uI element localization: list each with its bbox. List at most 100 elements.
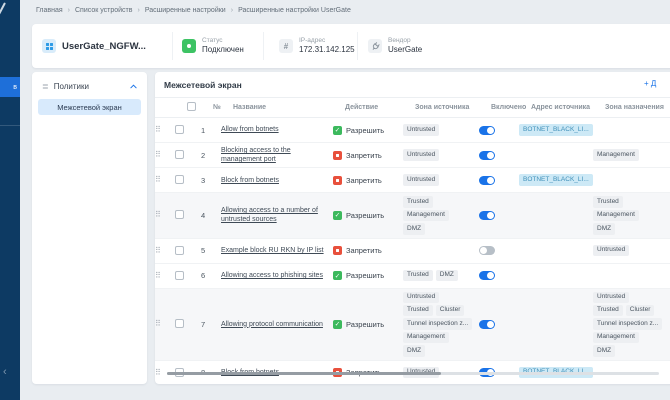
zone-chip-line: Untrusted [403,124,471,136]
add-rule-button[interactable]: + Д [644,79,656,88]
breadcrumb: Главная › Список устройств › Расширенные нас… [36,7,351,14]
action-cell: Запретить [333,246,403,255]
zone-chip: Trusted [403,196,433,208]
enabled-toggle[interactable] [479,175,495,185]
zone-chip: Management [593,331,639,344]
sidebar-item-firewall-label: Межсетевой экран [57,102,122,112]
rule-name-link[interactable]: Allowing protocol communication [221,320,333,329]
enabled-cell [479,271,519,280]
breadcrumb-separator-icon: › [230,7,234,14]
row-checkbox[interactable] [175,270,184,280]
zone-chip-line: DMZ [403,345,471,357]
zone-chip: Cluster [435,304,465,317]
breadcrumb-item[interactable]: Расширенные настройки [145,7,226,14]
zone-chip-line: Tunnel inspection z... [403,318,473,330]
action-label: Запретить [346,150,382,160]
enabled-toggle[interactable] [479,210,495,220]
drag-handle-icon[interactable]: ⠿ [155,176,175,184]
toggle-knob [480,247,487,254]
zone-chip: Management [593,149,639,161]
row-checkbox[interactable] [175,245,184,255]
select-all-checkbox[interactable] [187,102,196,111]
zone-chip-line: DMZ [593,223,661,235]
table-row: ⠿ 7 Allowing protocol communication ✓ Разреш… [155,288,670,361]
enabled-toggle[interactable] [479,150,495,160]
zone-chip: DMZ [403,223,426,235]
src-zones-cell: Untrusted [403,174,479,186]
zone-chip-line: Trusted Cluster [593,304,661,317]
chevron-up-icon[interactable] [130,84,137,89]
zone-chip: Trusted [593,304,623,317]
rule-name-link[interactable]: Blocking access to the management port [221,146,333,164]
policies-sidebar: ≣ Политики Межсетевой экран [32,72,147,384]
zone-chip: Management [593,209,639,222]
row-number: 4 [201,210,206,220]
sidebar-section-policies[interactable]: ≣ Политики [38,79,141,94]
zone-chip: DMZ [593,223,616,235]
horizontal-scrollbar-thumb[interactable] [167,372,441,375]
ip-hash-icon: # [279,39,293,53]
src-zones-cell: Untrusted Trusted Cluster Tunnel inspection… [403,291,479,357]
rule-name-link[interactable]: Example block RU RKN by IP list [221,246,333,255]
rule-name-link[interactable]: Block from botnets [221,176,333,185]
enabled-toggle[interactable] [479,246,495,255]
enabled-toggle[interactable] [479,125,495,135]
drag-handle-icon[interactable]: ⠿ [155,211,175,219]
row-checkbox-cell [175,171,201,189]
collapse-sidebar-icon[interactable]: ‹ [3,366,7,378]
deny-stop-icon [333,175,342,185]
drag-handle-icon[interactable]: ⠿ [155,271,175,280]
action-cell: ✓ Разрешить [333,271,403,280]
enabled-toggle[interactable] [479,271,495,280]
zone-chip-line: BOTNET_BLACK_LI... [519,124,593,136]
drag-handle-icon[interactable]: ⠿ [155,320,175,328]
zone-chip-line: Trusted [593,196,661,208]
column-name: Название [233,104,267,111]
breadcrumb-item[interactable]: Главная [36,7,63,14]
zone-chip-line: Trusted DMZ [403,269,471,282]
drag-handle-icon[interactable]: ⠿ [155,246,175,255]
action-cell: ✓ Разрешить [333,125,403,135]
toggle-knob [487,176,494,184]
row-checkbox[interactable] [175,175,184,185]
enabled-cell [479,125,519,135]
action-label: Запретить [346,175,382,185]
breadcrumb-item: Расширенные настройки UserGate [238,7,351,14]
row-checkbox[interactable] [175,210,184,220]
enabled-cell [479,319,519,329]
zone-chip-line: Untrusted [593,244,661,257]
column-src-address: Адрес источника [531,104,591,111]
device-grid-icon [42,39,56,53]
row-checkbox[interactable] [175,150,184,160]
zone-chip-line: Management [593,149,661,161]
rail-active-nav-label: в [13,83,17,91]
rule-name-link[interactable]: Allowing access to a number of untrusted… [221,206,333,224]
row-checkbox[interactable] [175,125,184,134]
vendor-value: UserGate [388,45,423,55]
action-cell: ✓ Разрешить [333,210,403,220]
rule-name-link[interactable]: Allow from botnets [221,125,333,134]
ip-label: IP-адрес [299,36,326,44]
device-header-card: UserGate_NGFW... Статус Подключен # IP-а… [32,24,670,68]
zone-chip-line: DMZ [593,345,661,357]
rule-name-link[interactable]: Allowing access to phishing sites [221,271,333,280]
row-checkbox[interactable] [175,319,184,329]
row-number: 1 [201,125,206,135]
allow-check-icon: ✓ [333,125,342,135]
breadcrumb-item[interactable]: Список устройств [75,7,132,14]
sidebar-item-firewall[interactable]: Межсетевой экран [38,99,141,115]
drag-handle-icon[interactable]: ⠿ [155,151,175,159]
allow-check-icon: ✓ [333,210,342,220]
drag-handle-icon[interactable]: ⠿ [155,126,175,134]
src-zones-cell: Trusted Management DMZ [403,196,479,235]
toggle-knob [487,320,494,328]
zone-chip-line: DMZ [403,223,471,235]
rail-active-nav-item[interactable]: в [0,77,20,97]
zone-chip-line: Trusted [403,196,471,208]
enabled-toggle[interactable] [479,319,495,329]
address-chip: BOTNET_BLACK_LI... [519,174,593,186]
vendor-plug-icon [368,39,382,53]
enabled-cell [479,150,519,160]
header-divider [263,32,264,60]
zone-chip-line: Untrusted [403,149,471,161]
